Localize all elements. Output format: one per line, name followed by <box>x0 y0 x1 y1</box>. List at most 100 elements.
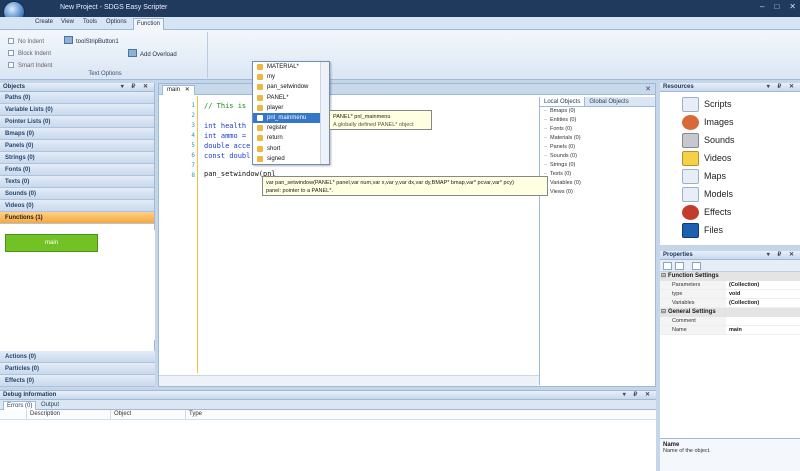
tab-global-objects[interactable]: Global Objects <box>585 97 632 106</box>
panel-header-buttons[interactable]: ▾ ₽ ✕ <box>767 83 797 92</box>
autocomplete-item[interactable]: register <box>253 123 329 133</box>
autocomplete-scrollbar[interactable] <box>320 62 329 164</box>
tab-output[interactable]: Output <box>38 401 62 410</box>
objects-item-paths[interactable]: Paths (0) <box>0 92 154 104</box>
autocomplete-item[interactable]: player <box>253 103 329 113</box>
objects-item-fonts[interactable]: Fonts (0) <box>0 164 154 176</box>
tool-strip-button[interactable]: toolStripButton1 <box>64 36 119 45</box>
panel-header-buttons[interactable]: ▾ ₽ ✕ <box>121 83 151 92</box>
menu-create[interactable]: Create <box>35 19 53 25</box>
horizontal-scrollbar[interactable] <box>159 375 539 386</box>
autocomplete-item[interactable]: PANEL* <box>253 93 329 103</box>
checkbox[interactable] <box>8 62 14 68</box>
panel-header-buttons[interactable]: ▾ ₽ ✕ <box>623 391 653 400</box>
alphabetical-icon[interactable] <box>675 262 684 270</box>
window-title: New Project - SDGS Easy Scripter <box>60 4 168 11</box>
minimize-button[interactable]: – <box>760 2 764 11</box>
panel-header-buttons[interactable]: ▾ ₽ ✕ <box>767 251 797 260</box>
objects-item-variable-lists[interactable]: Variable Lists (0) <box>0 104 154 116</box>
checkbox[interactable] <box>8 38 14 44</box>
local-item-entities[interactable]: Entities (0) <box>540 116 655 125</box>
resource-scripts[interactable]: Scripts <box>682 96 732 113</box>
property-row[interactable]: Parameters (Collection) <box>660 281 800 290</box>
function-block-main[interactable]: main <box>5 234 98 252</box>
code-line[interactable]: // This is <box>204 102 246 110</box>
resource-sounds[interactable]: Sounds <box>682 132 735 149</box>
menu-options[interactable]: Options <box>106 19 127 25</box>
close-button[interactable]: ✕ <box>789 2 796 11</box>
property-value[interactable]: main <box>726 326 742 334</box>
column-description[interactable]: Description <box>30 411 60 417</box>
smart-indent-option[interactable]: Smart Indent <box>8 62 52 69</box>
property-value[interactable]: (Collection) <box>726 299 759 307</box>
menu-tools[interactable]: Tools <box>83 19 97 25</box>
property-row[interactable]: Name main <box>660 326 800 335</box>
menu-view[interactable]: View <box>61 19 74 25</box>
property-value[interactable] <box>726 317 729 325</box>
objects-item-pointer-lists[interactable]: Pointer Lists (0) <box>0 116 154 128</box>
local-item-fonts[interactable]: Fonts (0) <box>540 125 655 134</box>
objects-item-sounds[interactable]: Sounds (0) <box>0 188 154 200</box>
autocomplete-item[interactable]: MATERIAL* <box>253 62 329 72</box>
property-row[interactable]: Comment <box>660 317 800 326</box>
column-object[interactable]: Object <box>114 411 131 417</box>
tab-main[interactable]: main ✕ <box>162 85 195 95</box>
objects-item-bmaps[interactable]: Bmaps (0) <box>0 128 154 140</box>
objects-item-strings[interactable]: Strings (0) <box>0 152 154 164</box>
menu-function[interactable]: Function <box>133 18 165 30</box>
property-value[interactable]: void <box>726 290 740 298</box>
autocomplete-item[interactable]: signed <box>253 154 329 164</box>
autocomplete-item-selected[interactable]: pnl_mainmenu <box>253 112 329 124</box>
resource-maps[interactable]: Maps <box>682 168 726 185</box>
code-line[interactable]: int ammo = <box>204 132 246 140</box>
add-overload-button[interactable]: Add Overload <box>128 49 177 58</box>
objects-item-effects[interactable]: Effects (0) <box>0 375 155 387</box>
local-item-variables[interactable]: Variables (0) <box>540 179 655 188</box>
objects-item-panels[interactable]: Panels (0) <box>0 140 154 152</box>
property-value[interactable]: (Collection) <box>726 281 759 289</box>
resource-images[interactable]: Images <box>682 114 734 131</box>
maximize-button[interactable]: □ <box>774 2 779 11</box>
local-item-strings[interactable]: Strings (0) <box>540 161 655 170</box>
local-item-panels[interactable]: Panels (0) <box>540 143 655 152</box>
objects-item-videos[interactable]: Videos (0) <box>0 200 154 212</box>
local-item-texts[interactable]: Texts (0) <box>540 170 655 179</box>
autocomplete-list[interactable]: MATERIAL* my pan_setwindow PANEL* player… <box>252 61 330 165</box>
local-objects-panel: Local Objects Global Objects Bmaps (0) E… <box>539 97 655 385</box>
categorized-icon[interactable] <box>663 262 672 270</box>
local-item-sounds[interactable]: Sounds (0) <box>540 152 655 161</box>
code-line[interactable]: int health <box>204 122 246 130</box>
close-document-icon[interactable]: ✕ <box>645 85 651 93</box>
objects-item-functions[interactable]: Functions (1) <box>0 212 154 224</box>
code-line[interactable]: double acce <box>204 142 250 150</box>
objects-item-particles[interactable]: Particles (0) <box>0 363 155 375</box>
autocomplete-item[interactable]: return <box>253 133 329 143</box>
column-type[interactable]: Type <box>189 411 202 417</box>
resource-effects[interactable]: Effects <box>682 204 731 221</box>
objects-item-actions[interactable]: Actions (0) <box>0 351 155 363</box>
local-item-bmaps[interactable]: Bmaps (0) <box>540 107 655 116</box>
category-general-settings[interactable]: General Settings <box>660 308 800 317</box>
tab-local-objects[interactable]: Local Objects <box>540 97 586 106</box>
autocomplete-item[interactable]: pan_setwindow <box>253 82 329 92</box>
tab-close-icon[interactable]: ✕ <box>185 87 190 93</box>
property-row[interactable]: Variables (Collection) <box>660 299 800 308</box>
local-item-views[interactable]: Views (0) <box>540 188 655 197</box>
resource-files[interactable]: Files <box>682 222 723 239</box>
resource-videos[interactable]: Videos <box>682 150 731 167</box>
autocomplete-item[interactable]: short <box>253 144 329 154</box>
code-line[interactable]: const doubl <box>204 152 250 160</box>
property-pages-icon[interactable] <box>692 262 701 270</box>
checkbox[interactable] <box>8 50 14 56</box>
property-row[interactable]: type void <box>660 290 800 299</box>
property-key: Parameters <box>660 281 726 289</box>
autocomplete-item[interactable]: my <box>253 72 329 82</box>
scripts-icon <box>682 97 699 112</box>
objects-item-texts[interactable]: Texts (0) <box>0 176 154 188</box>
no-indent-option[interactable]: No Indent <box>8 38 44 45</box>
local-item-materials[interactable]: Materials (0) <box>540 134 655 143</box>
resource-models[interactable]: Models <box>682 186 733 203</box>
block-indent-option[interactable]: Block Indent <box>8 50 51 57</box>
category-function-settings[interactable]: Function Settings <box>660 272 800 281</box>
property-description: Name Name of the object. <box>660 438 800 471</box>
